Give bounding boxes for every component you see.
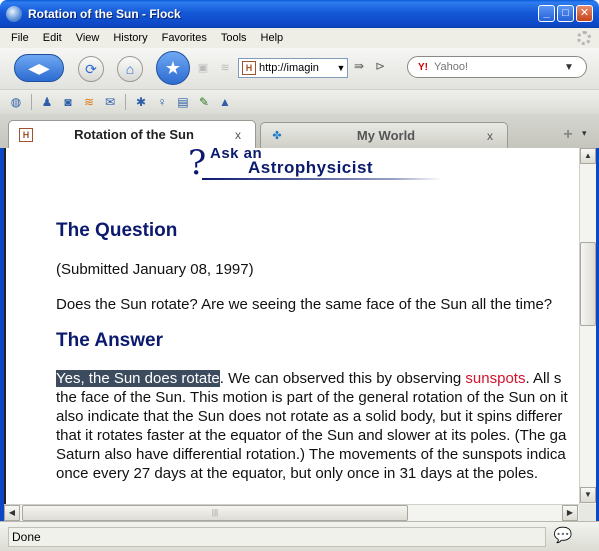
back-arrow-icon[interactable]: ◀ [28,60,39,77]
url-dropdown-icon[interactable]: ▼ [335,63,347,73]
favorite-star-button[interactable]: ★ [156,51,190,85]
site-favicon-icon: H [242,61,256,75]
search-box[interactable]: Y! ▼ [407,56,587,78]
globe-icon[interactable]: ◍ [8,94,24,110]
star-burst-icon[interactable]: ✱ [133,94,149,110]
window-controls: _ □ ✕ [538,5,593,22]
blog-editor-icon[interactable]: ✎ [196,94,212,110]
new-tab-button[interactable]: + [557,126,579,146]
answer-text: . We can observed this by observing [219,370,466,387]
answer-line: Saturn also have differential rotation.)… [56,446,566,463]
tab-label[interactable]: Rotation of the Sun [33,127,235,142]
menu-tools[interactable]: Tools [214,32,254,44]
sunspots-link[interactable]: sunspots [465,370,525,387]
search-input[interactable] [434,61,564,73]
tab-label[interactable]: My World [285,128,487,143]
horizontal-scrollbar[interactable]: ◀ ||| ▶ [4,504,579,521]
submitted-date: (Submitted January 08, 1997) [56,261,254,278]
toolbar-separator [125,94,126,110]
maximize-button[interactable]: □ [557,5,574,22]
minimize-button[interactable]: _ [538,5,555,22]
chat-bubble-icon[interactable]: 💬 [552,526,574,546]
answer-text: . All s [525,370,562,387]
feed-icon: ≋ [220,62,230,74]
close-window-button[interactable]: ✕ [576,5,593,22]
scrollbar-corner [579,504,596,521]
forward-arrow-icon[interactable]: ▶ [39,60,50,77]
menu-edit[interactable]: Edit [36,32,69,44]
reload-button[interactable]: ⟳ [78,56,104,82]
url-input[interactable]: http://imagin [259,62,335,74]
clipboard-icon[interactable]: ▤ [175,94,191,110]
selected-text: Yes, the Sun does rotate [56,370,220,387]
star-icon: ★ [164,57,182,78]
home-button[interactable]: ⌂ [117,56,143,82]
tab-list-dropdown-icon[interactable]: ▾ [582,128,587,139]
scroll-down-button[interactable]: ▼ [580,487,596,503]
address-bar[interactable]: H http://imagin ▼ [238,58,348,78]
question-heading: The Question [56,220,178,241]
back-forward-button[interactable]: ◀ ▶ [14,54,64,82]
vertical-scroll-thumb[interactable] [580,242,596,326]
upload-icon[interactable]: ▲ [217,94,233,110]
scroll-right-button[interactable]: ▶ [562,505,578,521]
camera-icon[interactable]: ◙ [60,94,76,110]
people-toolbar: ◍ ♟ ◙ ≋ ✉ ✱ ♀ ▤ ✎ ▲ [0,90,599,114]
activity-throbber-icon [577,31,591,45]
tab-strip: H Rotation of the Sun x ✤ My World x + ▾ [0,114,599,148]
tab-close-button[interactable]: x [487,129,507,143]
scroll-left-button[interactable]: ◀ [4,505,20,521]
page-content: ? Ask an Astrophysicist The Question (Su… [4,148,579,504]
rss-feed-icon[interactable]: ≋ [81,94,97,110]
answer-line: the face of the Sun. This motion is part… [56,389,568,406]
go-button[interactable]: ⇛ [350,59,368,77]
answer-line: once every 27 days at the equator, but o… [56,465,538,482]
forward-go-icon[interactable]: ⊳ [371,59,389,77]
answer-heading: The Answer [56,330,163,351]
answer-line: that it rotates faster at the equator of… [56,427,567,444]
tab-rotation-of-the-sun[interactable]: H Rotation of the Sun x [8,120,256,148]
scroll-up-button[interactable]: ▲ [580,148,596,164]
ask-an-astrophysicist-logo: ? Ask an Astrophysicist [188,148,448,186]
horizontal-scroll-thumb[interactable]: ||| [22,505,408,521]
menu-favorites[interactable]: Favorites [155,32,214,44]
status-text: Done [8,527,546,547]
question-text: Does the Sun rotate? Are we seeing the s… [56,296,553,313]
my-world-icon: ✤ [272,130,282,142]
logo-line-2: Astrophysicist [248,158,374,177]
mail-icon[interactable]: ✉ [102,94,118,110]
people-icon[interactable]: ♟ [39,94,55,110]
tab-my-world[interactable]: ✤ My World x [260,122,508,148]
flock-app-icon [6,6,22,22]
vertical-scrollbar[interactable]: ▲ ▼ [579,148,596,504]
navigation-toolbar: ◀▶ ⟳ ⌂ ★ ▣ ≋ H http://imagin ▼ ⇛ ⊳ Y! ▼ [0,48,599,90]
menu-file[interactable]: File [4,32,36,44]
toolbar-separator [31,94,32,110]
status-bar: Done 💬 [0,521,599,551]
logo-question-mark: ? [188,148,207,183]
lock-icon: ▣ [197,62,209,74]
window-title: Rotation of the Sun - Flock [28,7,181,21]
pin-icon[interactable]: ♀ [154,94,170,110]
search-dropdown-icon[interactable]: ▼ [564,62,574,73]
menu-history[interactable]: History [106,32,154,44]
menu-view[interactable]: View [69,32,107,44]
answer-line-1: Yes, the Sun does rotate. We can observe… [56,369,561,388]
menu-help[interactable]: Help [254,32,291,44]
tab-close-button[interactable]: x [235,128,255,142]
reload-icon: ⟳ [85,60,97,77]
menu-bar: File Edit View History Favorites Tools H… [0,28,599,48]
site-favicon-icon: H [19,127,33,142]
title-bar: Rotation of the Sun - Flock _ □ ✕ [0,0,599,28]
home-icon: ⌂ [125,61,135,77]
logo-underline [202,178,442,180]
yahoo-engine-icon[interactable]: Y! [418,62,434,73]
answer-line: also indicate that the Sun does not rota… [56,408,563,425]
